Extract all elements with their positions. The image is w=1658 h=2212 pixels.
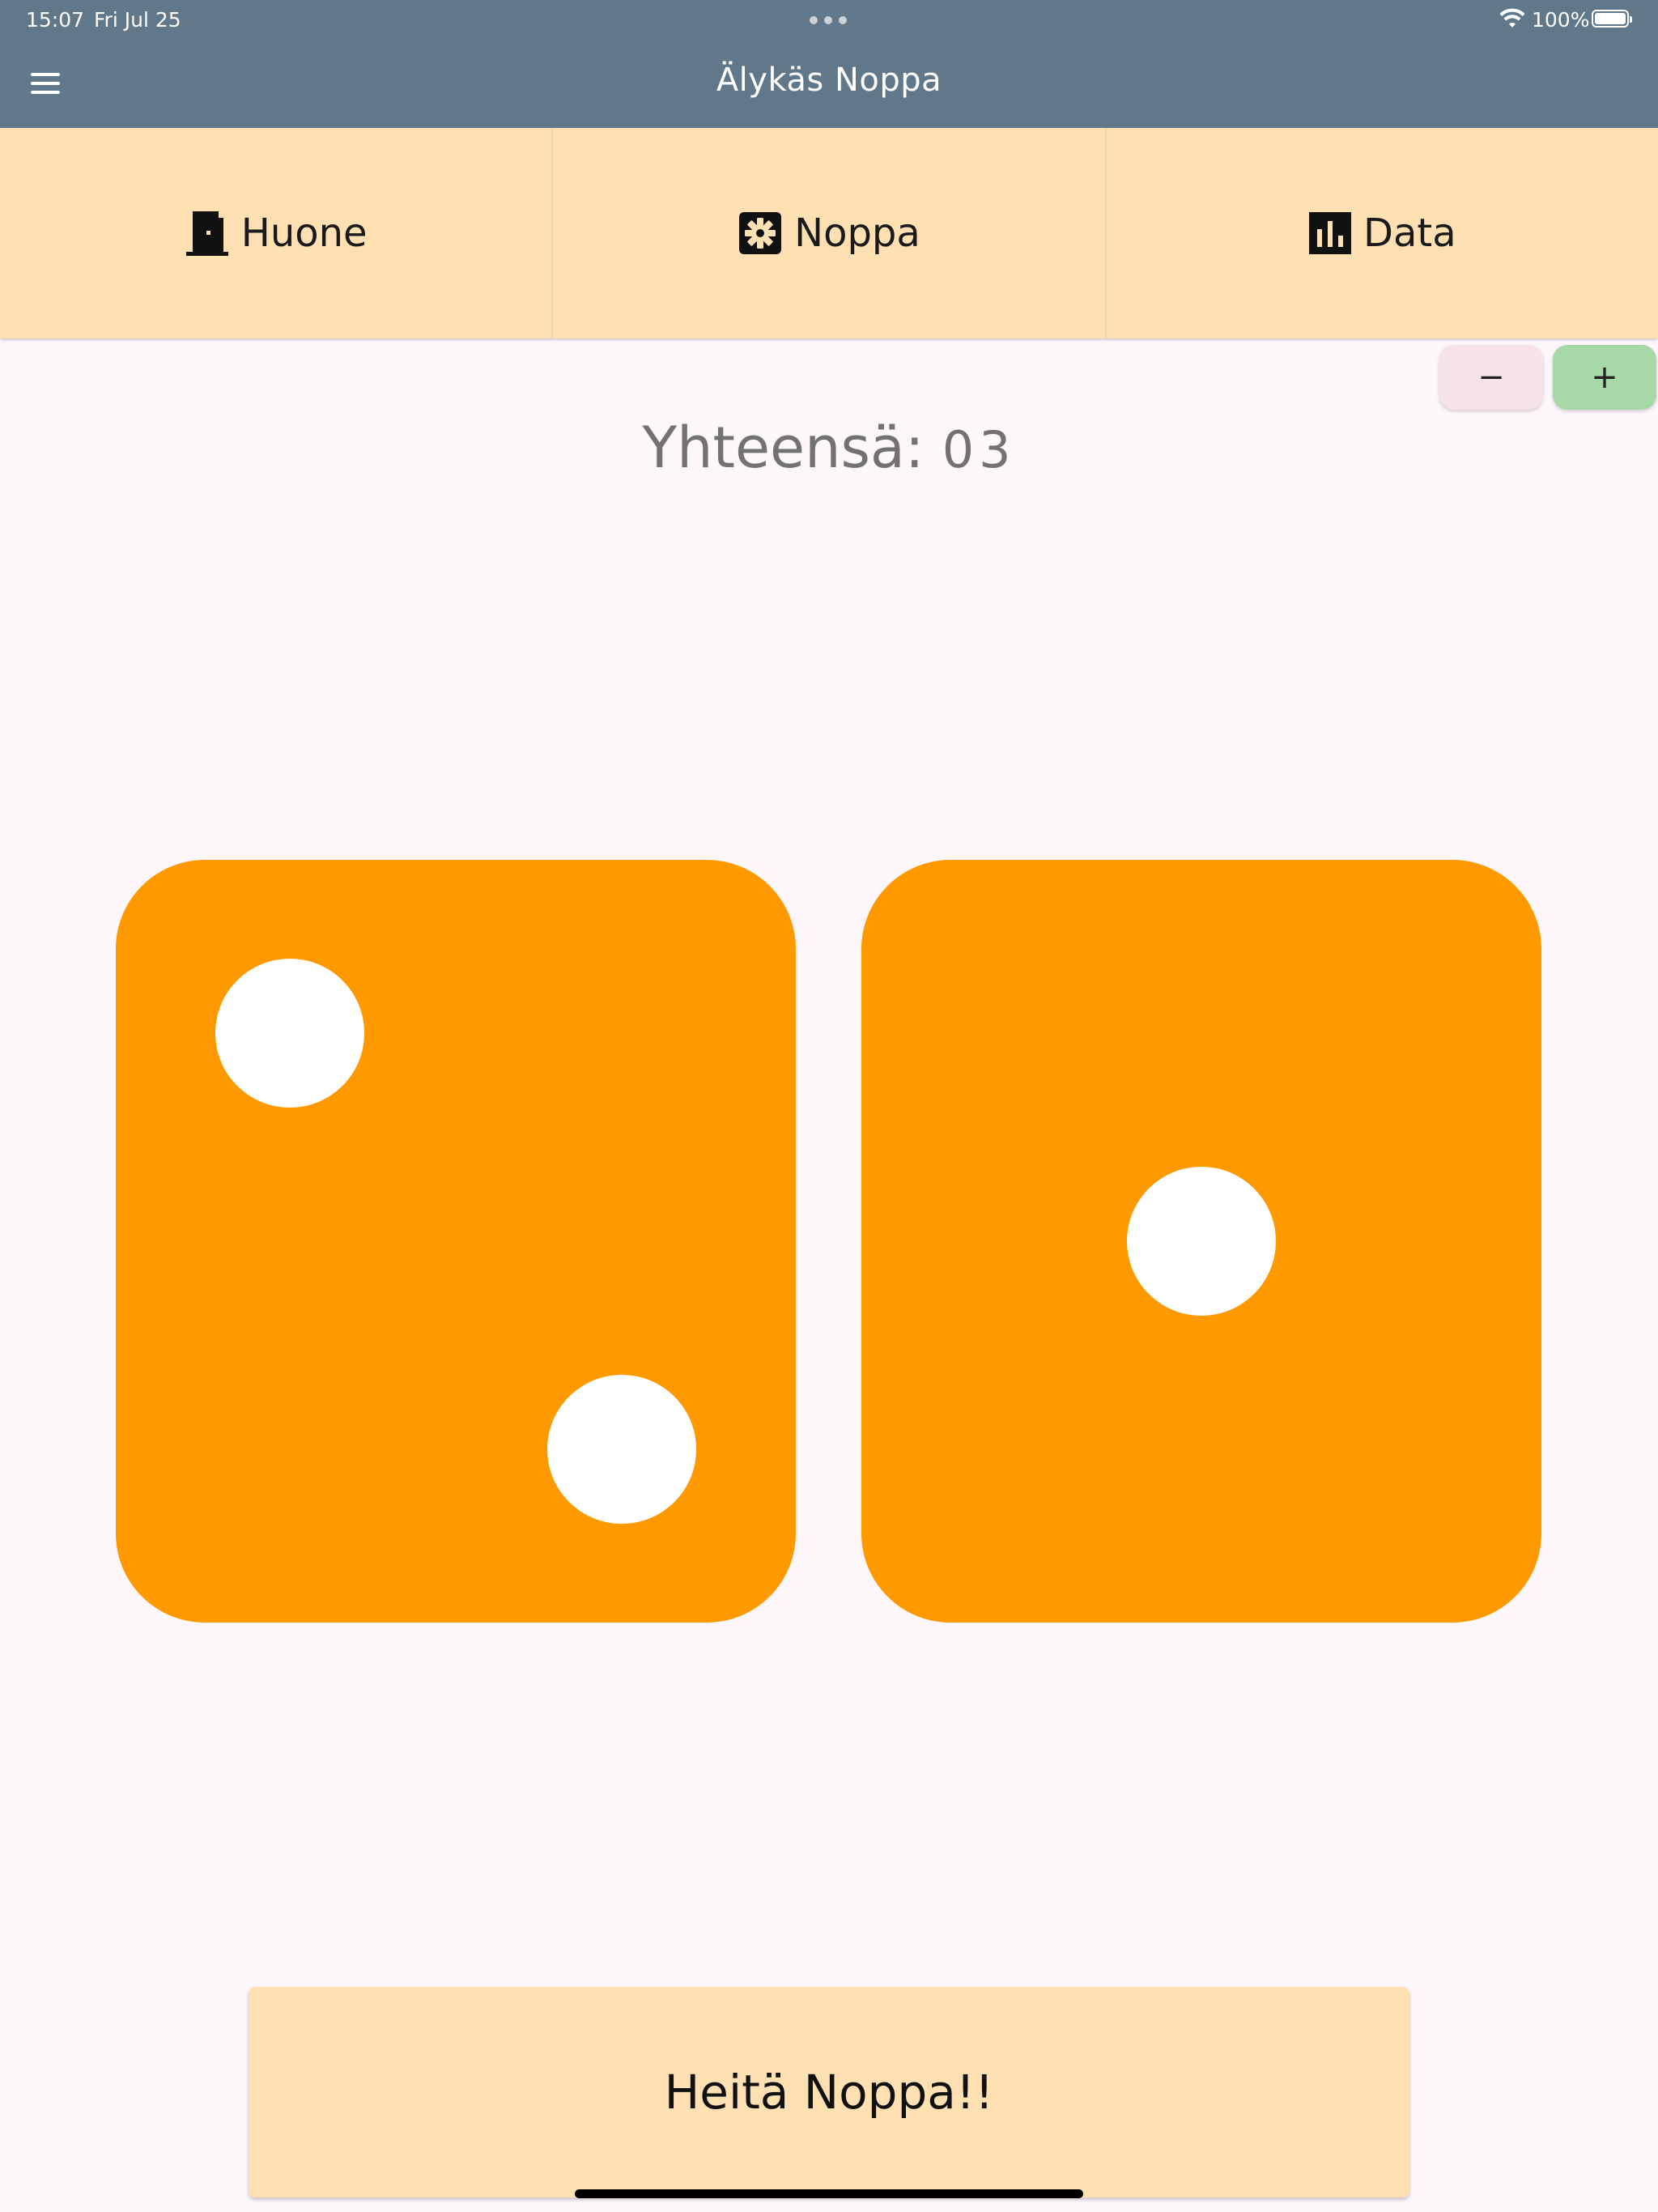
total-label: Yhteensä:	[642, 415, 925, 481]
decrease-dice-button[interactable]: −	[1439, 345, 1543, 410]
status-time: 15:07	[26, 8, 85, 32]
battery-percentage: 100%	[1532, 8, 1590, 32]
wifi-icon	[1499, 8, 1525, 28]
tab-huone-label: Huone	[240, 211, 368, 256]
total-display: Yhteensä: 03	[0, 415, 1658, 481]
die-pip	[1127, 1167, 1276, 1316]
die-2[interactable]	[861, 860, 1541, 1623]
roll-dice-button[interactable]: Heitä Noppa!!	[249, 1987, 1409, 2197]
tab-data-label: Data	[1363, 211, 1456, 256]
increase-dice-button[interactable]: +	[1553, 345, 1656, 410]
home-indicator[interactable]	[575, 2189, 1083, 2198]
settings-gear-icon	[739, 212, 782, 254]
battery-icon	[1592, 10, 1632, 28]
die-pip	[215, 958, 365, 1108]
roll-dice-label: Heitä Noppa!!	[664, 2065, 994, 2120]
tab-bar: Huone Noppa Data	[0, 128, 1658, 338]
tab-noppa-label: Noppa	[794, 211, 920, 256]
die-1[interactable]	[116, 860, 796, 1623]
door-icon	[185, 211, 228, 256]
die-pip	[546, 1375, 696, 1525]
app-title: Älykäs Noppa	[716, 62, 942, 99]
bar-chart-icon	[1309, 212, 1352, 254]
status-bar: 15:07 Fri Jul 25 100%	[0, 0, 1658, 39]
tab-huone[interactable]: Huone	[0, 128, 554, 338]
tab-data[interactable]: Data	[1107, 128, 1658, 338]
tab-noppa[interactable]: Noppa	[553, 128, 1107, 338]
status-date: Fri Jul 25	[94, 8, 181, 32]
app-header: 15:07 Fri Jul 25 100% Älykäs Noppa	[0, 0, 1658, 128]
total-value: 03	[942, 420, 1016, 479]
multitask-dots-icon[interactable]	[810, 16, 847, 24]
